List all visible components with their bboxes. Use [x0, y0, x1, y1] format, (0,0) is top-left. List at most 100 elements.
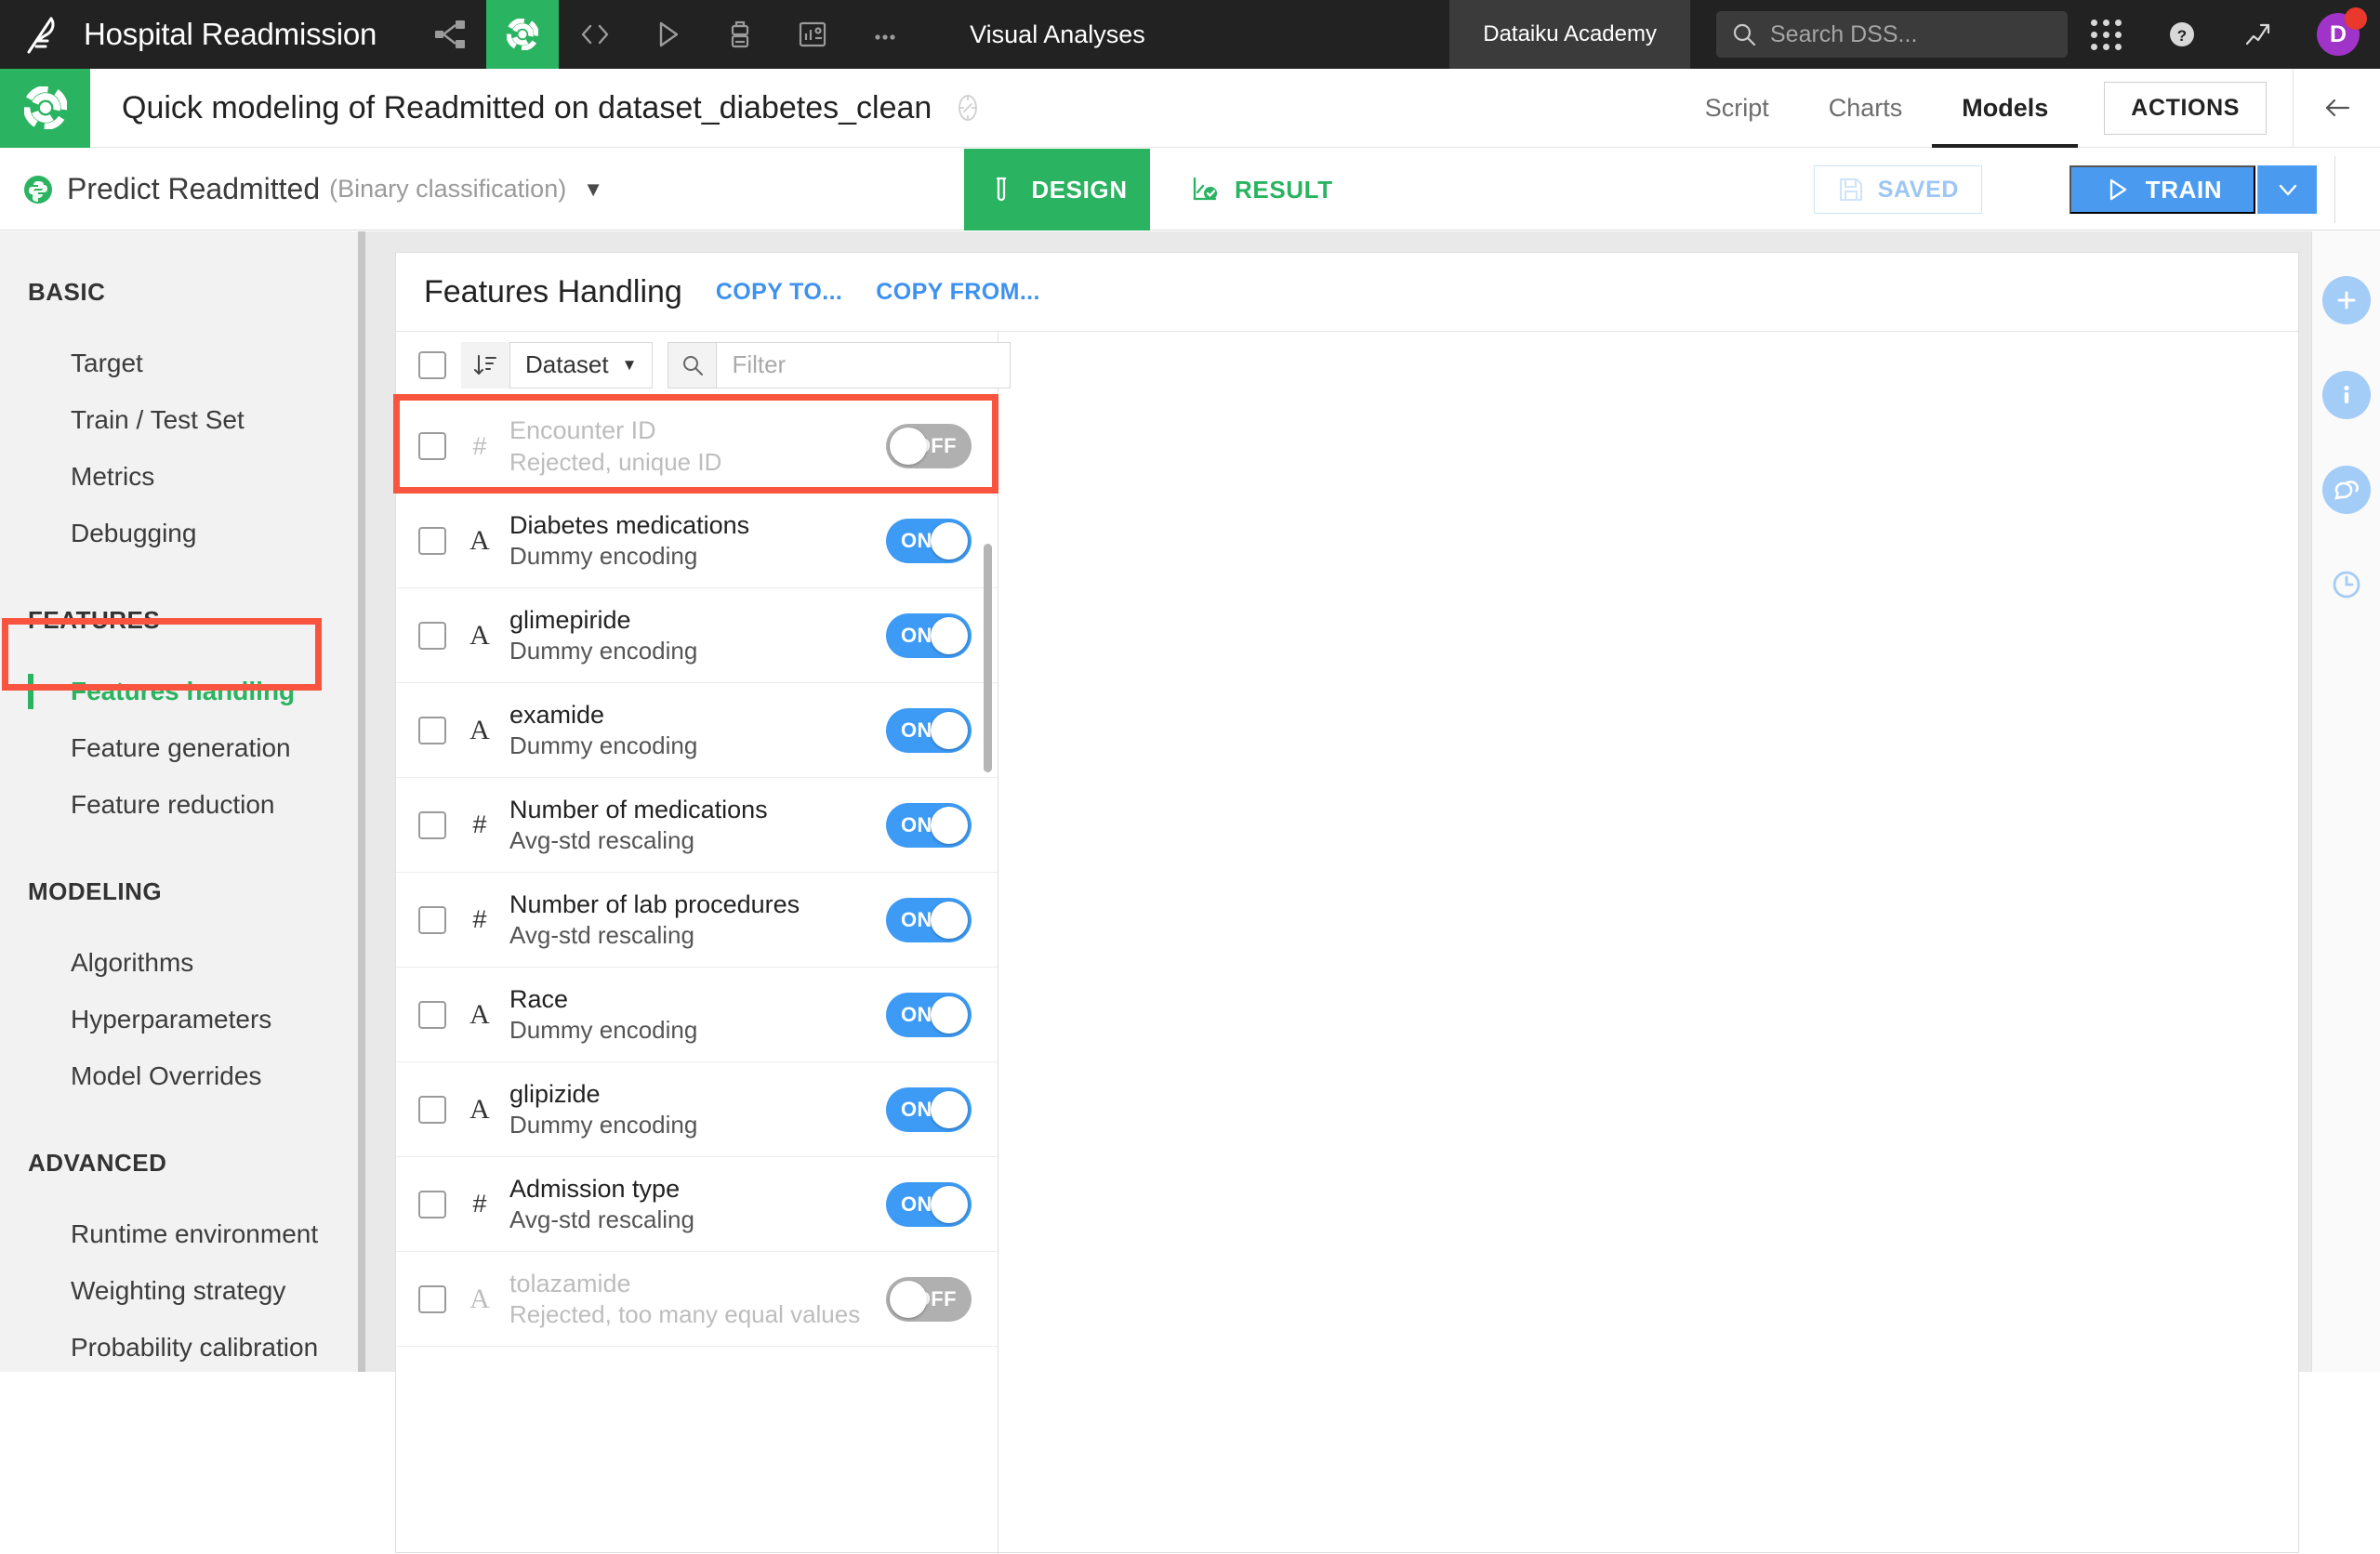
- feature-toggle[interactable]: ON: [886, 992, 972, 1037]
- row-checkbox[interactable]: [418, 1095, 446, 1124]
- dataiku-bird-logo-icon[interactable]: [0, 0, 84, 69]
- feature-toggle[interactable]: ON: [886, 1086, 972, 1132]
- results-check-icon: [1190, 175, 1220, 204]
- sidebar-item-feature-generation[interactable]: Feature generation: [0, 719, 364, 776]
- train-button[interactable]: TRAIN: [2069, 165, 2255, 214]
- table-row[interactable]: # Number of lab procedures Avg-std resca…: [396, 873, 998, 968]
- select-all-checkbox[interactable]: [418, 350, 446, 379]
- code-icon[interactable]: [559, 0, 631, 69]
- feature-toggle[interactable]: ON: [886, 612, 972, 658]
- scope-badge-icon: [952, 92, 984, 124]
- sidebar-scrollbar[interactable]: [358, 231, 365, 1372]
- table-row[interactable]: A examide Dummy encoding ON: [396, 683, 998, 778]
- python-model-icon: [22, 174, 54, 205]
- tab-charts[interactable]: Charts: [1799, 69, 1933, 148]
- sort-control[interactable]: Dataset ▼: [461, 341, 654, 388]
- feature-toggle[interactable]: OFF: [886, 1276, 972, 1322]
- sidebar-item-runtime-environment[interactable]: Runtime environment: [0, 1205, 364, 1262]
- saved-button[interactable]: SAVED: [1813, 165, 1982, 214]
- row-checkbox[interactable]: [418, 526, 446, 555]
- feature-type-icon: A: [469, 524, 490, 556]
- page-title: Quick modeling of Readmitted on dataset_…: [122, 89, 932, 125]
- table-row[interactable]: A Diabetes medications Dummy encoding ON: [396, 494, 998, 588]
- table-row[interactable]: # Encounter ID Rejected, unique ID OFF: [393, 394, 998, 494]
- more-ellipsis-icon[interactable]: [849, 0, 921, 69]
- feature-name: tolazamide: [509, 1269, 631, 1297]
- row-checkbox[interactable]: [418, 905, 446, 934]
- sidebar-item-hyperparameters[interactable]: Hyperparameters: [0, 991, 364, 1047]
- row-checkbox[interactable]: [418, 1190, 446, 1218]
- jobs-play-icon[interactable]: [631, 0, 704, 69]
- sidebar-group-basic: BASIC Target Train / Test Set Metrics De…: [0, 278, 364, 561]
- sidebar-item-model-overrides[interactable]: Model Overrides: [0, 1047, 364, 1104]
- row-checkbox[interactable]: [418, 1284, 446, 1313]
- features-list-scrollbar[interactable]: [984, 544, 992, 772]
- row-checkbox[interactable]: [418, 716, 446, 744]
- top-navigation-bar: Hospital Readmission Visual Analyses Dat…: [0, 0, 2380, 69]
- discussions-chat-icon[interactable]: [2321, 466, 2371, 514]
- table-row[interactable]: # Admission type Avg-std rescaling ON: [396, 1157, 998, 1252]
- copy-to-link[interactable]: COPY TO...: [716, 279, 842, 306]
- train-options-chevron-down-icon[interactable]: [2257, 165, 2317, 214]
- tab-result[interactable]: RESULT: [1190, 149, 1333, 230]
- row-checkbox[interactable]: [418, 432, 446, 460]
- sidebar-group-features: FEATURES Features handling Feature gener…: [0, 606, 364, 833]
- panel-title: Features Handling: [424, 273, 682, 309]
- grid-apps-icon[interactable]: [2068, 0, 2144, 69]
- train-label: TRAIN: [2145, 175, 2223, 204]
- tab-models[interactable]: Models: [1932, 69, 2078, 148]
- automation-icon[interactable]: [704, 0, 776, 69]
- feature-type-icon: A: [469, 998, 490, 1030]
- table-row[interactable]: A glimepiride Dummy encoding ON: [396, 588, 998, 683]
- question-help-icon[interactable]: ?: [2144, 0, 2220, 69]
- actions-button[interactable]: ACTIONS: [2104, 81, 2267, 135]
- filter-control[interactable]: Filter: [668, 341, 1012, 388]
- filter-input[interactable]: Filter: [716, 341, 1012, 388]
- search-input[interactable]: Search DSS...: [1716, 11, 2068, 58]
- arrow-left-icon[interactable]: [2293, 68, 2380, 148]
- chevron-down-icon: ▼: [621, 355, 638, 374]
- play-triangle-icon: [2109, 178, 2126, 201]
- sidebar-item-features-handling[interactable]: Features handling: [0, 663, 364, 719]
- feature-toggle[interactable]: ON: [886, 802, 972, 848]
- tab-script[interactable]: Script: [1675, 69, 1799, 148]
- tab-design[interactable]: DESIGN: [964, 149, 1150, 230]
- feature-toggle[interactable]: ON: [886, 707, 972, 753]
- sidebar-item-debugging[interactable]: Debugging: [0, 505, 364, 561]
- trending-up-icon[interactable]: [2220, 0, 2296, 69]
- feature-name: examide: [509, 700, 605, 729]
- sidebar-item-probability-calibration[interactable]: Probability calibration: [0, 1319, 364, 1372]
- sidebar-item-metrics[interactable]: Metrics: [0, 448, 364, 505]
- row-checkbox[interactable]: [418, 621, 446, 650]
- history-clock-icon[interactable]: [2322, 560, 2371, 609]
- table-row[interactable]: A Race Dummy encoding ON: [396, 968, 998, 1062]
- row-checkbox[interactable]: [418, 1000, 446, 1029]
- sidebar-item-weighting-strategy[interactable]: Weighting strategy: [0, 1262, 364, 1319]
- table-row[interactable]: # Number of medications Avg-std rescalin…: [396, 778, 998, 873]
- info-icon[interactable]: [2321, 371, 2371, 419]
- sort-select[interactable]: Dataset ▼: [509, 341, 654, 388]
- table-row[interactable]: A glipizide Dummy encoding ON: [396, 1062, 998, 1157]
- feature-toggle[interactable]: ON: [886, 518, 972, 563]
- sidebar-item-algorithms[interactable]: Algorithms: [0, 934, 364, 991]
- sidebar-item-train-test-set[interactable]: Train / Test Set: [0, 391, 364, 448]
- dashboard-icon[interactable]: [776, 0, 849, 69]
- feature-toggle[interactable]: OFF: [886, 424, 972, 468]
- academy-chip[interactable]: Dataiku Academy: [1449, 0, 1690, 69]
- feature-toggle[interactable]: ON: [886, 1181, 972, 1227]
- copy-from-link[interactable]: COPY FROM...: [876, 279, 1040, 306]
- search-icon: [1733, 23, 1756, 46]
- chevron-down-icon[interactable]: ▼: [583, 178, 603, 202]
- sidebar-item-feature-reduction[interactable]: Feature reduction: [0, 776, 364, 833]
- avatar[interactable]: D: [2296, 0, 2380, 69]
- feature-toggle[interactable]: ON: [886, 897, 972, 942]
- add-plus-icon[interactable]: [2321, 276, 2371, 324]
- sort-descending-icon[interactable]: [461, 341, 509, 388]
- feature-type-icon: A: [469, 619, 490, 651]
- row-checkbox[interactable]: [418, 810, 446, 839]
- lab-icon[interactable]: [486, 0, 560, 69]
- flow-share-icon[interactable]: [414, 0, 486, 69]
- table-row[interactable]: A tolazamide Rejected, too many equal va…: [396, 1252, 998, 1347]
- project-name[interactable]: Hospital Readmission: [84, 17, 377, 52]
- sidebar-item-target[interactable]: Target: [0, 335, 364, 391]
